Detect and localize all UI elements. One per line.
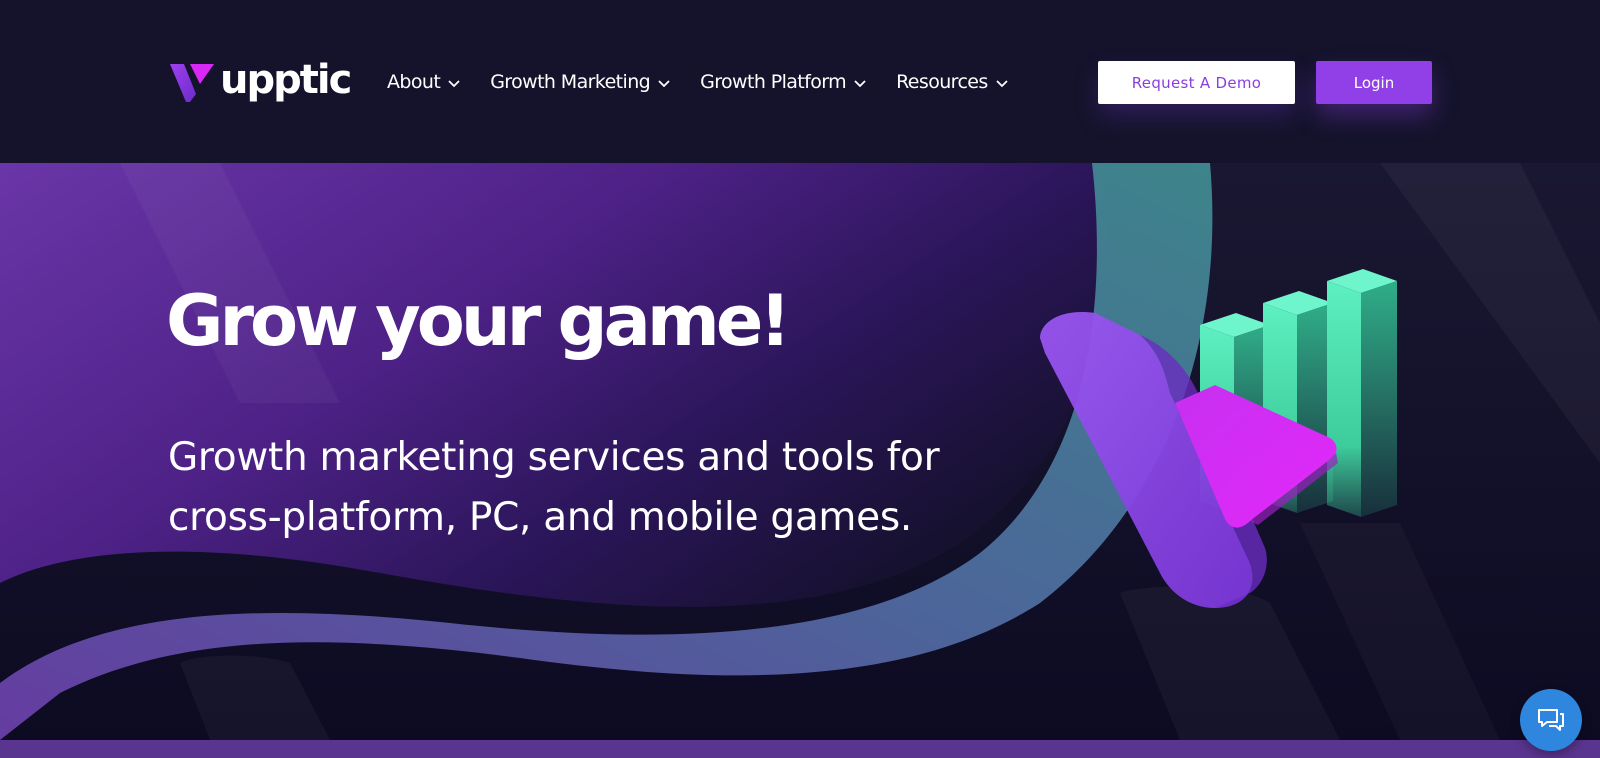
nav-item-label: About — [387, 71, 441, 93]
upptic-logo[interactable]: upptic — [168, 57, 352, 104]
chevron-down-icon — [854, 79, 866, 87]
chevron-down-icon — [448, 79, 460, 87]
site-header: upptic About Growth Marketing Growth Pla… — [0, 0, 1600, 163]
chat-widget-button[interactable] — [1520, 689, 1582, 751]
nav-item-label: Growth Platform — [700, 71, 847, 93]
chat-bubbles-icon — [1538, 709, 1564, 731]
nav-item-growth-marketing[interactable]: Growth Marketing — [490, 71, 670, 93]
chevron-down-icon — [996, 79, 1008, 87]
hero-subtitle: Growth marketing services and tools for … — [168, 435, 940, 540]
chevron-down-icon — [658, 79, 670, 87]
upptic-logo-mark-icon — [170, 64, 214, 102]
hero-title: Grow your game! — [166, 280, 791, 362]
nav-item-resources[interactable]: Resources — [896, 71, 1008, 93]
nav-item-label: Resources — [896, 71, 988, 93]
request-demo-button[interactable]: Request A Demo — [1098, 61, 1295, 104]
growth-chart-illustration — [1040, 269, 1397, 608]
main-nav: About Growth Marketing Growth Platform R… — [387, 68, 1038, 96]
nav-item-about[interactable]: About — [387, 71, 460, 93]
login-button[interactable]: Login — [1316, 61, 1432, 104]
nav-item-label: Growth Marketing — [490, 71, 651, 93]
nav-item-growth-platform[interactable]: Growth Platform — [700, 71, 866, 93]
logo-wordmark: upptic — [220, 57, 352, 103]
bottom-section-edge — [0, 740, 1600, 758]
hero-section: Grow your game! Growth marketing service… — [0, 163, 1600, 740]
